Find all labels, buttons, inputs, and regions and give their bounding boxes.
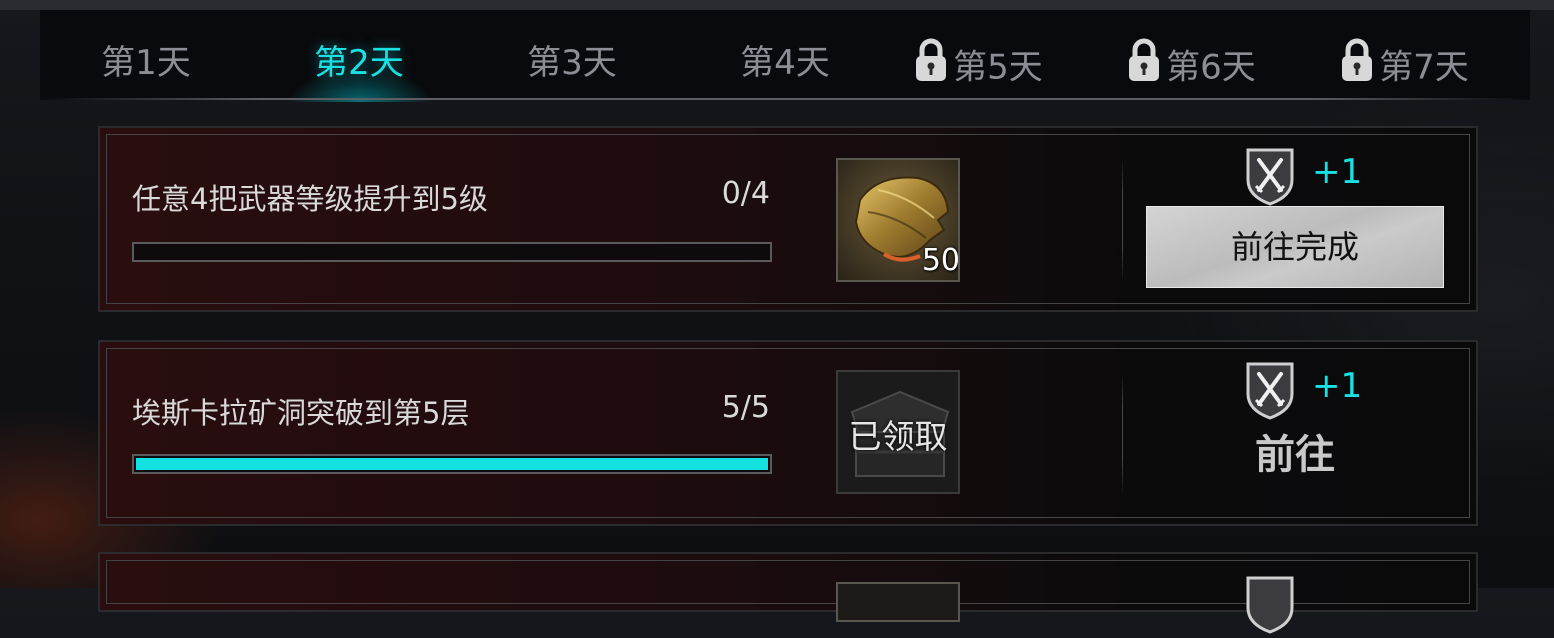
reward-item-slot[interactable]	[836, 582, 960, 622]
tab-day-7[interactable]: 第7天	[1304, 38, 1504, 88]
top-strip	[0, 0, 1554, 10]
claimed-label: 已领取	[848, 417, 948, 456]
tab-day-4[interactable]: 第4天	[685, 40, 885, 86]
crossed-swords-shield-icon	[1244, 574, 1296, 638]
reward-item-slot: 已领取	[836, 370, 960, 494]
padlock-icon	[913, 37, 949, 95]
tab-day-6[interactable]: 第6天	[1091, 38, 1291, 88]
task-description: 埃斯卡拉矿洞突破到第5层	[132, 396, 470, 430]
reward-item-slot[interactable]: 50	[836, 158, 960, 282]
go-complete-button[interactable]: 前往完成	[1146, 206, 1444, 288]
task-card: 任意4把武器等级提升到5级 0/4 50 +1 前往完成	[98, 126, 1478, 312]
reward-count: 50	[921, 243, 960, 278]
tab-day-1[interactable]: 第1天	[46, 40, 246, 86]
padlock-icon	[1339, 37, 1375, 95]
task-card	[98, 552, 1478, 634]
tab-day-3[interactable]: 第3天	[472, 40, 672, 86]
task-progress-text: 5/5	[721, 390, 770, 425]
points-value: +1	[1312, 152, 1363, 192]
tab-day-5[interactable]: 第5天	[878, 38, 1078, 88]
task-progress-bar	[132, 454, 772, 474]
crossed-swords-shield-icon	[1244, 146, 1296, 210]
task-card: 埃斯卡拉矿洞突破到第5层 5/5 已领取 +1 前往	[98, 340, 1478, 526]
card-separator	[1122, 158, 1123, 282]
tab-day-2[interactable]: 第2天	[259, 40, 459, 86]
card-separator	[1122, 372, 1123, 496]
crossed-swords-shield-icon	[1244, 360, 1296, 424]
task-progress-bar	[132, 242, 772, 262]
go-button[interactable]: 前往	[1200, 422, 1390, 480]
task-progress-fill	[134, 456, 770, 472]
tab-divider	[40, 98, 1530, 100]
task-description: 任意4把武器等级提升到5级	[132, 182, 488, 216]
task-progress-text: 0/4	[721, 176, 770, 211]
points-value: +1	[1312, 366, 1363, 406]
padlock-icon	[1126, 37, 1162, 95]
